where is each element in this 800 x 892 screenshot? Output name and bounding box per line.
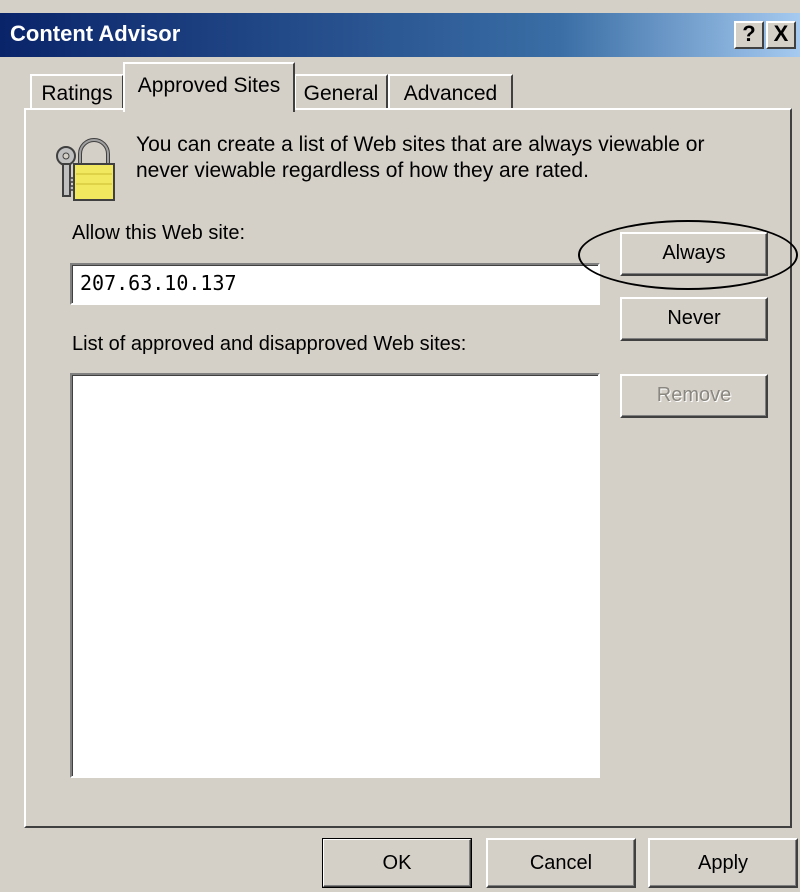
remove-button-label: Remove	[656, 384, 732, 406]
tab-general[interactable]: General	[294, 74, 388, 110]
tab-ratings-label: Ratings	[41, 82, 113, 105]
lock-with-keys-icon	[56, 138, 115, 201]
ok-button[interactable]: OK	[322, 838, 472, 888]
help-button[interactable]: ?	[734, 21, 764, 49]
allow-site-label: Allow this Web site:	[72, 222, 246, 244]
highlight-ellipse	[578, 220, 798, 290]
tab-approved-sites[interactable]: Approved Sites	[123, 62, 295, 112]
tab-advanced[interactable]: Advanced	[388, 74, 513, 110]
content-advisor-dialog: Content Advisor ? X Ratings Approved Sit…	[0, 0, 800, 892]
web-site-input[interactable]: 207.63.10.137	[70, 263, 600, 305]
never-button-label: Never	[667, 307, 721, 329]
tab-ratings[interactable]: Ratings	[30, 74, 124, 110]
title-bar: Content Advisor ? X	[0, 13, 800, 57]
ok-button-label: OK	[382, 852, 412, 874]
apply-button-label: Apply	[697, 852, 749, 874]
cancel-button[interactable]: Cancel	[486, 838, 636, 888]
tab-approved-sites-label: Approved Sites	[137, 74, 281, 97]
site-list-label: List of approved and disapproved Web sit…	[72, 333, 467, 355]
close-button[interactable]: X	[766, 21, 796, 49]
description-text: You can create a list of Web sites that …	[136, 133, 705, 182]
remove-button[interactable]: Remove	[620, 374, 768, 418]
tab-general-label: General	[303, 82, 379, 105]
tab-advanced-label: Advanced	[403, 82, 498, 105]
window-title: Content Advisor	[10, 21, 181, 46]
apply-button[interactable]: Apply	[648, 838, 798, 888]
never-button[interactable]: Never	[620, 297, 768, 341]
approved-sites-list[interactable]	[70, 373, 600, 778]
close-icon: X	[773, 21, 789, 46]
cancel-button-label: Cancel	[529, 852, 593, 874]
help-icon: ?	[742, 21, 756, 46]
